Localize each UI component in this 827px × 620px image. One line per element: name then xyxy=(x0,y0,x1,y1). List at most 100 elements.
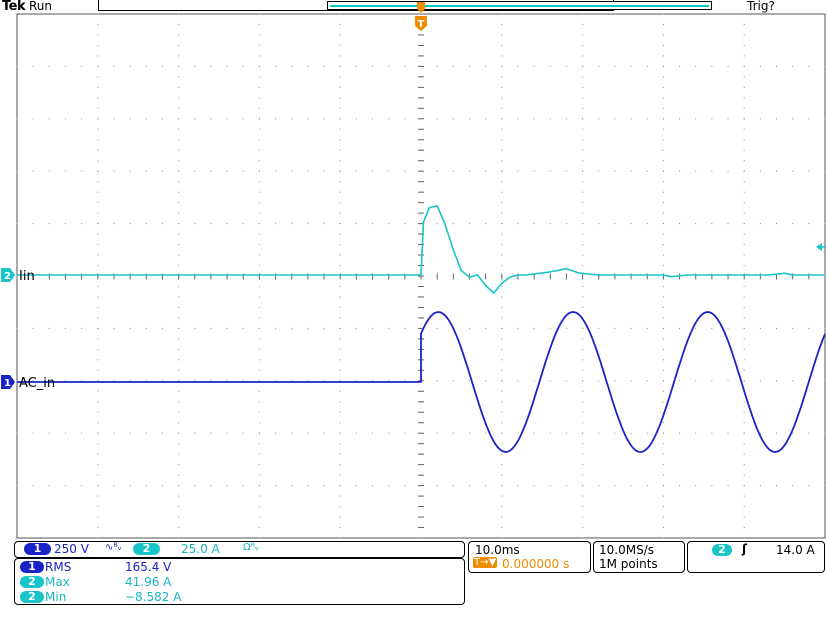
grid-dot xyxy=(662,380,664,382)
grid-dot xyxy=(178,34,180,36)
grid-dot xyxy=(711,432,713,434)
grid-dot xyxy=(388,118,390,120)
grid-dot xyxy=(145,65,147,67)
grid-dot xyxy=(549,118,551,120)
grid-dot xyxy=(743,443,745,445)
grid-dot xyxy=(598,327,600,329)
grid-dot xyxy=(679,65,681,67)
grid-dot xyxy=(695,118,697,120)
grid-dot xyxy=(501,13,503,15)
grid-dot xyxy=(178,202,180,204)
grid-dot xyxy=(662,296,664,298)
grid-dot xyxy=(275,65,277,67)
measurement-source-badge: 2 xyxy=(20,591,44,603)
grid-dot xyxy=(468,432,470,434)
grid-dot xyxy=(404,485,406,487)
grid-dot xyxy=(48,170,50,172)
grid-dot xyxy=(339,464,341,466)
grid-dot xyxy=(339,76,341,78)
grid-dot xyxy=(97,327,99,329)
grid-dot xyxy=(16,432,18,434)
grid-dot xyxy=(582,244,584,246)
grid-dot xyxy=(81,118,83,120)
grid-dot xyxy=(226,170,228,172)
grid-dot xyxy=(662,97,664,99)
grid-dot xyxy=(662,285,664,287)
grid-dot xyxy=(16,118,18,120)
grid-dot xyxy=(711,118,713,120)
grid-dot xyxy=(48,223,50,225)
grid-dot xyxy=(662,338,664,340)
grid-dot xyxy=(355,118,357,120)
channel-settings-panel[interactable]: 1 250 V ∿ᴮᵥ 2 25.0 A Ωᴮᵥ xyxy=(14,541,465,558)
grid-dot xyxy=(339,348,341,350)
grid-dot xyxy=(582,527,584,529)
grid-dot xyxy=(339,44,341,46)
grid-dot xyxy=(582,506,584,508)
grid-dot xyxy=(258,474,260,476)
grid-dot xyxy=(307,65,309,67)
measurements-panel[interactable]: 1 RMS 165.4 V 2 Max 41.96 A 2 Min −8.582 A xyxy=(14,558,465,605)
grid-dot xyxy=(97,44,99,46)
grid-dot xyxy=(808,65,810,67)
grid-dot xyxy=(727,327,729,329)
grid-dot xyxy=(582,285,584,287)
grid-dot xyxy=(582,160,584,162)
grid-dot xyxy=(743,223,745,225)
grid-dot xyxy=(501,76,503,78)
grid-dot xyxy=(501,107,503,109)
grid-dot xyxy=(679,327,681,329)
grid-dot xyxy=(97,432,99,434)
grid-dot xyxy=(630,223,632,225)
grid-dot xyxy=(275,170,277,172)
grid-dot xyxy=(776,485,778,487)
grid-dot xyxy=(97,516,99,518)
grid-dot xyxy=(97,474,99,476)
grid-dot xyxy=(97,223,99,225)
grid-dot xyxy=(582,495,584,497)
trigger-panel[interactable]: 2 ʃ 14.0 A xyxy=(687,541,825,573)
grid-dot xyxy=(792,327,794,329)
grid-dot xyxy=(743,233,745,235)
grid-dot xyxy=(582,422,584,424)
grid-dot xyxy=(549,327,551,329)
scope-display[interactable]: 2 Iin 1 AC_in T xyxy=(0,0,827,540)
grid-dot xyxy=(258,202,260,204)
grid-dot xyxy=(339,443,341,445)
grid-dot xyxy=(776,327,778,329)
grid-dot xyxy=(16,65,18,67)
grid-dot xyxy=(339,181,341,183)
grid-dot xyxy=(776,170,778,172)
grid-dot xyxy=(307,118,309,120)
grid-dot xyxy=(662,506,664,508)
grid-dot xyxy=(517,485,519,487)
grid-dot xyxy=(258,223,260,225)
grid-dot xyxy=(64,223,66,225)
grid-dot xyxy=(178,13,180,15)
grid-dot xyxy=(194,485,196,487)
grid-dot xyxy=(582,223,584,225)
grid-dot xyxy=(501,380,503,382)
grid-dot xyxy=(743,359,745,361)
grid-dot xyxy=(582,97,584,99)
grid-dot xyxy=(372,223,374,225)
grid-dot xyxy=(178,474,180,476)
grid-dot xyxy=(743,254,745,256)
grid-dot xyxy=(339,118,341,120)
grid-dot xyxy=(598,223,600,225)
grid-dot xyxy=(808,223,810,225)
grid-dot xyxy=(242,118,244,120)
grid-dot xyxy=(388,432,390,434)
acquisition-panel[interactable]: 10.0MS/s 1M points xyxy=(593,541,685,573)
grid-dot xyxy=(97,86,99,88)
grid-dot xyxy=(824,380,826,382)
grid-dot xyxy=(388,65,390,67)
grid-dot xyxy=(372,118,374,120)
grid-dot xyxy=(145,432,147,434)
grid-dot xyxy=(178,107,180,109)
grid-dot xyxy=(178,65,180,67)
grid-dot xyxy=(339,34,341,36)
grid-dot xyxy=(501,265,503,267)
timebase-panel[interactable]: 10.0ms T→▼ 0.000000 s xyxy=(468,541,591,573)
grid-dot xyxy=(630,432,632,434)
